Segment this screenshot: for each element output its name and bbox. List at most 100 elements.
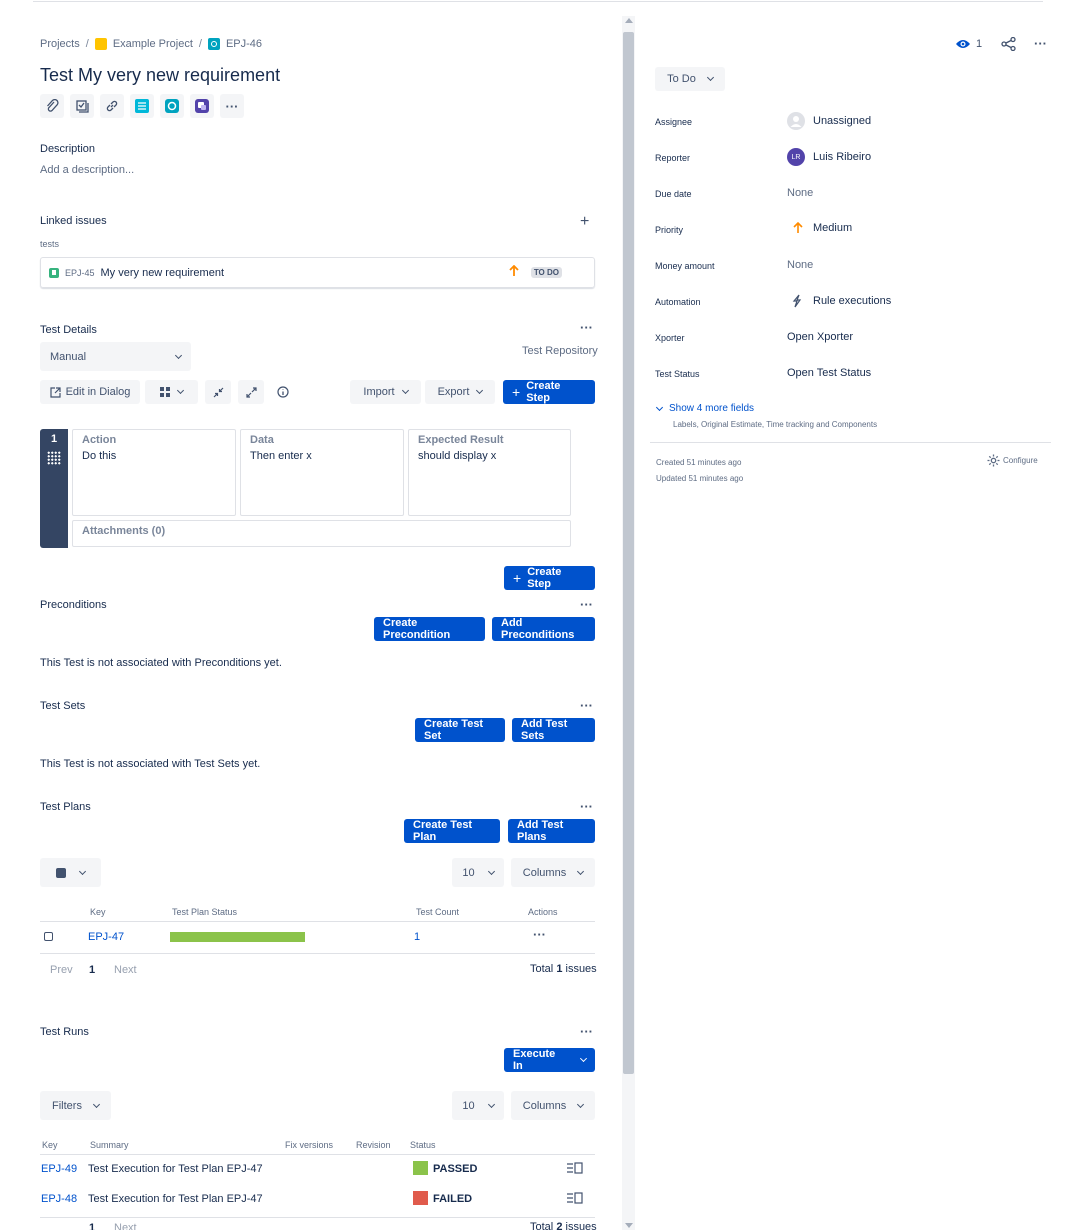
step-attachments-cell[interactable]: Attachments (0) xyxy=(72,520,571,547)
collapse-icon[interactable] xyxy=(205,380,231,404)
assignee-value[interactable]: Unassigned xyxy=(787,112,871,130)
priority-label: Priority xyxy=(655,225,684,235)
filters-button[interactable]: Filters xyxy=(40,1091,111,1120)
watch-button[interactable]: 1 xyxy=(955,38,982,50)
arrow-up-icon xyxy=(509,264,519,280)
create-test-set-button[interactable]: Create Test Set xyxy=(415,718,505,742)
export-button[interactable]: Export xyxy=(425,380,495,404)
plan-test-count[interactable]: 1 xyxy=(414,931,420,943)
scroll-down-icon[interactable] xyxy=(625,1223,633,1228)
table-divider xyxy=(40,1217,595,1218)
money-amount-value[interactable]: None xyxy=(787,259,813,271)
chevron-down-icon xyxy=(580,1054,588,1063)
test-repository-label[interactable]: Test Repository xyxy=(522,345,598,357)
more-icon[interactable]: ··· xyxy=(220,94,244,118)
expand-icon[interactable] xyxy=(238,380,264,404)
breadcrumb-projects[interactable]: Projects xyxy=(40,38,80,50)
issue-title[interactable]: Test My very new requirement xyxy=(40,65,280,86)
breadcrumb-issue-key[interactable]: EPJ-46 xyxy=(226,38,262,50)
share-icon[interactable] xyxy=(1001,36,1016,54)
list-app-icon[interactable] xyxy=(130,94,154,118)
linked-issue-row[interactable]: EPJ-45 My very new requirement TO DO xyxy=(40,257,595,288)
columns-select[interactable]: Columns xyxy=(511,858,595,887)
status-filter-select[interactable] xyxy=(40,858,101,887)
pager-prev[interactable]: Prev xyxy=(50,964,73,976)
linked-issue-key[interactable]: EPJ-45 xyxy=(65,268,95,278)
table-divider xyxy=(40,953,595,954)
row-actions-icon[interactable]: ··· xyxy=(533,927,546,942)
plan-key-link[interactable]: EPJ-47 xyxy=(88,931,124,943)
col-header-test-count[interactable]: Test Count xyxy=(416,907,459,917)
test-plans-more-icon[interactable]: ··· xyxy=(580,799,593,814)
runs-pager-current-page[interactable]: 1 xyxy=(89,1222,95,1230)
page-size-select[interactable]: 10 xyxy=(452,858,504,887)
add-test-plans-button[interactable]: Add Test Plans xyxy=(508,819,595,843)
paperclip-icon[interactable] xyxy=(40,94,64,118)
step-result-cell[interactable]: Expected Result should display x xyxy=(408,429,571,516)
runs-page-size-select[interactable]: 10 xyxy=(452,1091,504,1120)
step-number-handle[interactable]: 1 xyxy=(40,429,68,548)
xporter-value[interactable]: Open Xporter xyxy=(787,331,853,343)
show-more-fields-button[interactable]: Show 4 more fields xyxy=(655,403,754,414)
test-status-value[interactable]: Open Test Status xyxy=(787,367,871,379)
scroll-up-icon[interactable] xyxy=(625,18,633,23)
breadcrumb-project[interactable]: Example Project xyxy=(113,38,193,50)
create-precondition-button[interactable]: Create Precondition xyxy=(374,617,485,641)
preconditions-more-icon[interactable]: ··· xyxy=(580,597,593,612)
checklist-icon[interactable] xyxy=(70,94,94,118)
runs-col-key[interactable]: Key xyxy=(42,1140,58,1150)
run-key-link[interactable]: EPJ-49 xyxy=(41,1163,77,1175)
test-plans-title: Test Plans xyxy=(40,801,91,813)
runs-col-revision[interactable]: Revision xyxy=(356,1140,391,1150)
edit-in-dialog-button[interactable]: Edit in Dialog xyxy=(40,380,140,404)
import-button[interactable]: Import xyxy=(350,380,421,404)
chevron-down-icon xyxy=(78,867,87,875)
app-icon-teal[interactable] xyxy=(160,94,184,118)
col-header-key[interactable]: Key xyxy=(90,907,106,917)
reporter-name: Luis Ribeiro xyxy=(813,151,872,163)
linked-issue-summary[interactable]: My very new requirement xyxy=(101,267,225,279)
grid-icon xyxy=(160,387,170,397)
due-date-value[interactable]: None xyxy=(787,187,813,199)
priority-value[interactable]: Medium xyxy=(787,222,852,234)
runs-pager-next[interactable]: Next xyxy=(114,1222,137,1230)
table-divider xyxy=(40,1154,595,1155)
create-step-button[interactable]: + Create Step xyxy=(503,380,595,404)
add-test-sets-button[interactable]: Add Test Sets xyxy=(512,718,595,742)
scrollbar-thumb[interactable] xyxy=(623,32,634,1074)
create-test-plan-button[interactable]: Create Test Plan xyxy=(404,819,500,843)
runs-columns-select[interactable]: Columns xyxy=(511,1091,595,1120)
description-field[interactable]: Add a description... xyxy=(40,164,134,176)
create-step-button-bottom[interactable]: + Create Step xyxy=(504,566,595,590)
test-sets-more-icon[interactable]: ··· xyxy=(580,698,593,713)
runs-col-summary[interactable]: Summary xyxy=(90,1140,129,1150)
test-type-select[interactable]: Manual xyxy=(40,342,191,371)
execution-details-icon[interactable] xyxy=(567,1192,583,1207)
info-icon[interactable] xyxy=(277,386,289,401)
add-preconditions-button[interactable]: Add Preconditions xyxy=(492,617,595,641)
main-scrollbar[interactable] xyxy=(622,16,635,1230)
drag-handle-icon[interactable] xyxy=(47,451,61,465)
status-transition-button[interactable]: To Do xyxy=(655,67,725,91)
filters-label: Filters xyxy=(52,1099,82,1112)
layout-toggle-button[interactable] xyxy=(145,380,198,404)
reporter-value[interactable]: LR Luis Ribeiro xyxy=(787,148,871,166)
configure-button[interactable]: Configure xyxy=(987,454,1038,467)
add-link-icon[interactable]: + xyxy=(580,213,589,231)
runs-col-fix-versions[interactable]: Fix versions xyxy=(285,1140,333,1150)
automation-value[interactable]: Rule executions xyxy=(787,294,891,308)
run-key-link[interactable]: EPJ-48 xyxy=(41,1193,77,1205)
step-data-cell[interactable]: Data Then enter x xyxy=(240,429,404,516)
step-action-cell[interactable]: Action Do this xyxy=(72,429,236,516)
link-icon[interactable] xyxy=(100,94,124,118)
execution-details-icon[interactable] xyxy=(567,1162,583,1177)
runs-col-status[interactable]: Status xyxy=(410,1140,436,1150)
test-runs-more-icon[interactable]: ··· xyxy=(580,1024,593,1039)
test-details-more-icon[interactable]: ··· xyxy=(580,320,593,335)
execute-in-button[interactable]: Execute In xyxy=(504,1048,595,1072)
issue-more-icon[interactable]: ··· xyxy=(1034,36,1047,51)
pager-next[interactable]: Next xyxy=(114,964,137,976)
pager-current-page[interactable]: 1 xyxy=(89,964,95,976)
app-icon-purple[interactable] xyxy=(190,94,214,118)
row-checkbox[interactable] xyxy=(44,932,53,941)
